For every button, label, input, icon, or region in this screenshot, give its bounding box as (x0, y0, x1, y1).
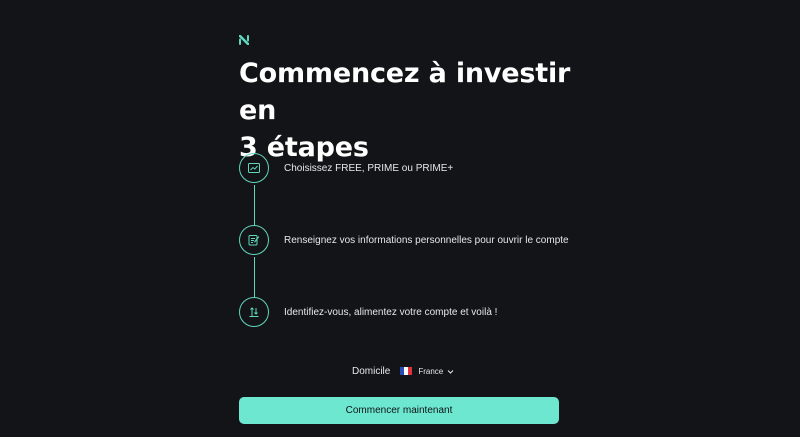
step-connector (254, 257, 255, 297)
chart-icon (239, 153, 269, 183)
transfer-icon (239, 297, 269, 327)
france-flag-icon (400, 367, 413, 375)
edit-document-icon (239, 225, 269, 255)
domicile-label: Domicile (352, 365, 391, 377)
step-3-label: Identifiez-vous, alimentez votre compte … (284, 307, 498, 318)
page-title: Commencez à investir en 3 étapes (239, 55, 599, 166)
step-3: Identifiez-vous, alimentez votre compte … (239, 297, 599, 329)
start-now-button[interactable]: Commencer maintenant (239, 397, 559, 424)
step-1: Choisissez FREE, PRIME ou PRIME+ (239, 153, 599, 185)
brand-logo-icon (239, 35, 249, 45)
chevron-down-icon (447, 369, 454, 374)
country-value: France (418, 366, 444, 376)
step-1-label: Choisissez FREE, PRIME ou PRIME+ (284, 163, 454, 174)
step-connector (254, 185, 255, 225)
page-title-line-1: Commencez à investir en (239, 58, 571, 126)
country-select[interactable]: France (400, 367, 454, 376)
onboarding-page: Commencez à investir en 3 étapes Choisis… (0, 0, 800, 437)
domicile-row: Domicile France (352, 364, 454, 378)
step-2-label: Renseignez vos informations personnelles… (284, 235, 569, 246)
step-2: Renseignez vos informations personnelles… (239, 225, 599, 257)
